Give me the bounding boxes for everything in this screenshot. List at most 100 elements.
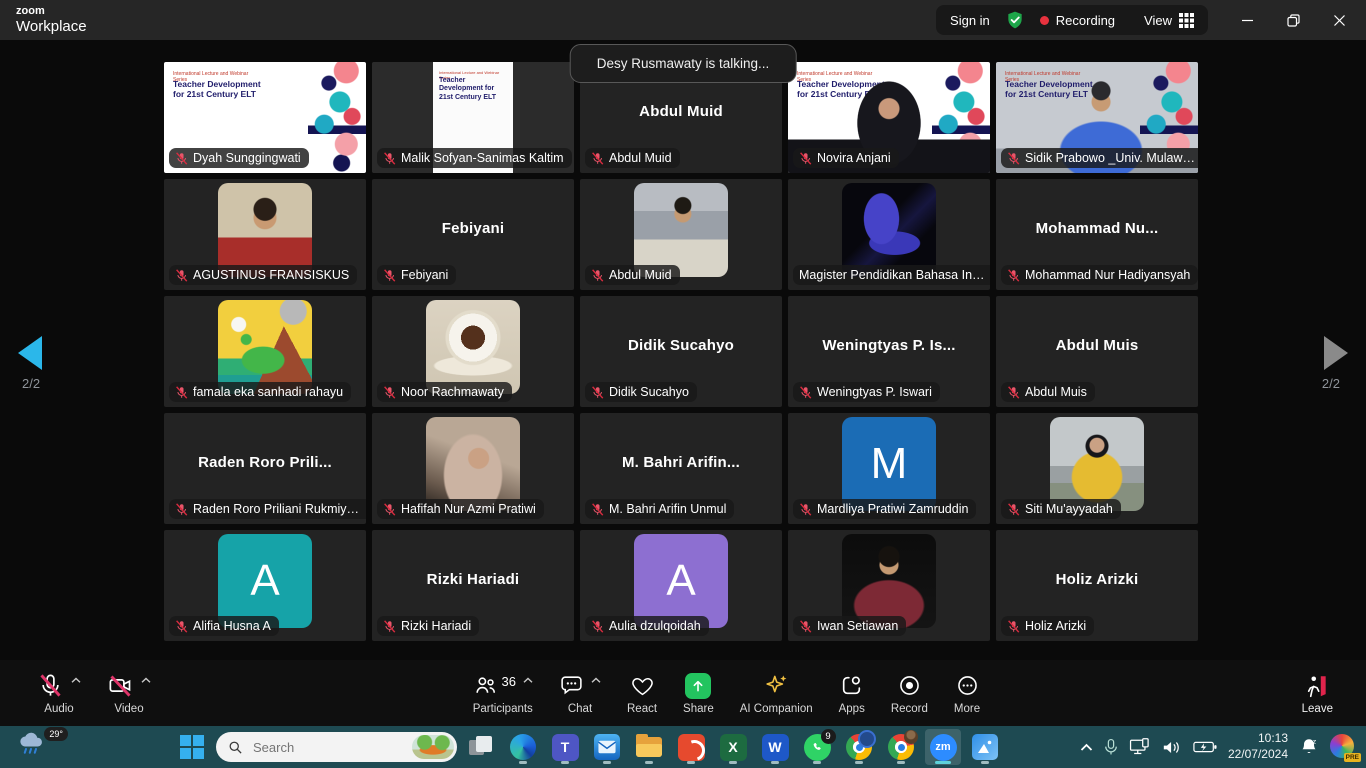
record-button[interactable]: Record	[878, 660, 941, 726]
participant-tile[interactable]: International Lecture and Webinar Series…	[372, 62, 574, 173]
participant-name-label: Siti Mu'ayyadah	[1001, 499, 1121, 519]
participant-display-name: Holiz Arizki	[996, 571, 1198, 588]
participant-tile[interactable]: Siti Mu'ayyadah	[996, 413, 1198, 524]
task-view-button[interactable]	[463, 729, 499, 765]
participant-name-label: Abdul Muid	[585, 265, 680, 285]
participant-tile[interactable]: International Lecture and Webinar Series…	[788, 62, 990, 173]
record-icon	[897, 673, 922, 698]
participant-tile[interactable]: Hafifah Nur Azmi Pratiwi	[372, 413, 574, 524]
tray-cast-display-icon[interactable]	[1129, 738, 1151, 756]
leave-button[interactable]: Leave	[1289, 660, 1346, 726]
apps-button[interactable]: Apps	[826, 660, 878, 726]
taskbar-app-mail[interactable]	[589, 729, 625, 765]
view-label: View	[1144, 13, 1172, 28]
previous-page-arrow[interactable]	[18, 336, 42, 370]
participant-tile[interactable]: MMardliya Pratiwi Zamruddin	[788, 413, 990, 524]
taskbar-app-photos[interactable]	[967, 729, 1003, 765]
taskbar-search-box[interactable]	[216, 732, 457, 762]
muted-mic-icon	[383, 269, 396, 282]
profile-photo-avatar	[1050, 417, 1144, 511]
participant-name-label: Abdul Muis	[1001, 382, 1095, 402]
taskbar-app-pdf[interactable]	[673, 729, 709, 765]
chrome-profile-avatar	[904, 730, 918, 744]
muted-mic-icon	[799, 386, 812, 399]
mail-icon	[594, 734, 620, 760]
taskbar-app-word[interactable]: W	[757, 729, 793, 765]
participant-tile[interactable]: Raden Roro Prili...Raden Roro Priliani R…	[164, 413, 366, 524]
tray-chevron-up-icon[interactable]	[1080, 743, 1093, 752]
audio-button[interactable]: Audio	[24, 660, 94, 726]
recording-indicator[interactable]: Recording	[1040, 13, 1115, 28]
view-button[interactable]: View	[1144, 13, 1194, 28]
letter-avatar: A	[218, 534, 312, 628]
taskbar-app-excel[interactable]: X	[715, 729, 751, 765]
taskbar-app-chrome-1[interactable]	[841, 729, 877, 765]
participants-button[interactable]: 36 Participants	[460, 660, 546, 726]
copilot-pre-badge: PRE	[1344, 753, 1361, 762]
start-button[interactable]	[174, 729, 210, 765]
recording-dot-icon	[1040, 16, 1049, 25]
stopped-video-camera-icon	[107, 672, 134, 699]
participant-tile[interactable]: International Lecture and Webinar Series…	[996, 62, 1198, 173]
participant-tile[interactable]: Holiz ArizkiHoliz Arizki	[996, 530, 1198, 641]
tray-battery-icon[interactable]	[1193, 740, 1217, 754]
taskbar-app-whatsapp[interactable]: 9	[799, 729, 835, 765]
tray-speaker-icon[interactable]	[1162, 739, 1182, 756]
minimize-button[interactable]	[1224, 0, 1270, 40]
participant-tile[interactable]: AAulia dzulqoidah	[580, 530, 782, 641]
participant-name-text: Novira Anjani	[817, 151, 891, 165]
close-button[interactable]	[1316, 0, 1362, 40]
taskbar-app-teams[interactable]: T	[547, 729, 583, 765]
taskbar-app-zoom[interactable]: zm	[925, 729, 961, 765]
profile-photo-avatar	[842, 534, 936, 628]
more-ellipsis-icon	[955, 673, 980, 698]
slide-title-text: Teacher Development for 21st Century ELT	[439, 77, 505, 102]
chat-button[interactable]: Chat	[546, 660, 614, 726]
video-button[interactable]: Video	[94, 660, 164, 726]
participant-tile[interactable]: Abdul Muid	[580, 179, 782, 290]
participant-tile[interactable]: Noor Rachmawaty	[372, 296, 574, 407]
sign-in-button[interactable]: Sign in	[950, 13, 990, 28]
chat-options-chevron-icon[interactable]	[591, 677, 601, 684]
participant-tile[interactable]: AAlifia Husna A	[164, 530, 366, 641]
participants-options-chevron-icon[interactable]	[523, 677, 533, 684]
participant-name-text: M. Bahri Arifin Unmul	[609, 502, 726, 516]
participant-tile[interactable]: Magister Pendidikan Bahasa Ing...	[788, 179, 990, 290]
security-shield-icon[interactable]	[1005, 10, 1025, 30]
taskbar-app-edge[interactable]	[505, 729, 541, 765]
share-button[interactable]: Share	[670, 660, 727, 726]
participant-tile[interactable]: International Lecture and Webinar Series…	[164, 62, 366, 173]
taskbar-app-chrome-2[interactable]	[883, 729, 919, 765]
copilot-icon[interactable]: PRE	[1330, 734, 1356, 760]
search-input[interactable]	[251, 739, 385, 756]
react-button[interactable]: React	[614, 660, 670, 726]
tray-microphone-icon[interactable]	[1104, 738, 1118, 756]
participant-tile[interactable]: Weningtyas P. Is...Weningtyas P. Iswari	[788, 296, 990, 407]
participant-tile[interactable]: famala eka sanhadi rahayu	[164, 296, 366, 407]
notification-bell-icon[interactable]: z	[1299, 737, 1319, 757]
participant-name-label: Didik Sucahyo	[585, 382, 697, 402]
audio-options-chevron-icon[interactable]	[71, 677, 81, 684]
ai-companion-button[interactable]: AI Companion	[727, 660, 826, 726]
participant-tile[interactable]: Mohammad Nu...Mohammad Nur Hadiyansyah	[996, 179, 1198, 290]
more-button[interactable]: More	[941, 660, 993, 726]
participant-tile[interactable]: Didik SucahyoDidik Sucahyo	[580, 296, 782, 407]
clock-widget[interactable]: 10:13 22/07/2024	[1228, 731, 1288, 762]
titlebar: zoom Workplace Sign in Recording View	[0, 0, 1366, 40]
muted-mic-icon	[175, 386, 188, 399]
participant-tile[interactable]: AGUSTINUS FRANSISKUS	[164, 179, 366, 290]
participant-name-text: Abdul Muis	[1025, 385, 1087, 399]
video-options-chevron-icon[interactable]	[141, 677, 151, 684]
next-page-arrow[interactable]	[1324, 336, 1348, 370]
taskbar-app-file-explorer[interactable]	[631, 729, 667, 765]
participant-tile[interactable]: Iwan Setiawan	[788, 530, 990, 641]
participant-tile[interactable]: Abdul MuisAbdul Muis	[996, 296, 1198, 407]
restore-button[interactable]	[1270, 0, 1316, 40]
pdf-app-icon	[678, 734, 705, 761]
heart-react-icon	[630, 673, 655, 698]
weather-widget[interactable]: 29°	[16, 729, 64, 765]
participant-tile[interactable]: M. Bahri Arifin...M. Bahri Arifin Unmul	[580, 413, 782, 524]
participant-tile[interactable]: Rizki HariadiRizki Hariadi	[372, 530, 574, 641]
participant-tile[interactable]: FebiyaniFebiyani	[372, 179, 574, 290]
search-highlight-image[interactable]	[412, 735, 454, 759]
